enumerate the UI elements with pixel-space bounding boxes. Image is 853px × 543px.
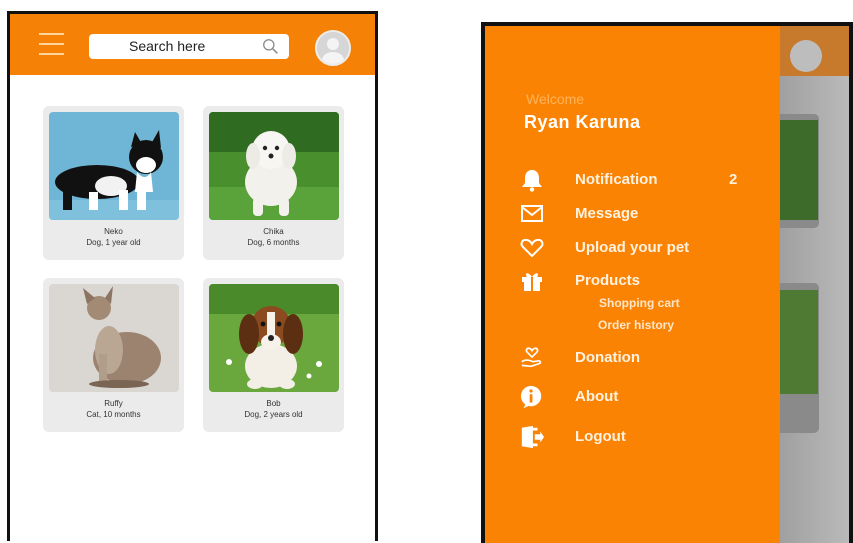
pet-card[interactable]: Ruffy Cat, 10 months: [43, 278, 184, 432]
bell-icon: [522, 170, 542, 192]
menu-label: Logout: [575, 428, 626, 445]
envelope-icon: [521, 205, 543, 222]
submenu-shopping-cart[interactable]: Shopping cart: [599, 296, 680, 310]
pet-photo-cat-black-white: [49, 112, 179, 220]
menu-label: Upload your pet: [575, 239, 690, 256]
search-placeholder: Search here: [129, 38, 206, 54]
heart-icon: [520, 238, 544, 258]
menu-item-notification[interactable]: Notification 2: [519, 168, 759, 192]
menu-item-message[interactable]: Message: [519, 202, 719, 226]
top-app-bar: Search here: [10, 14, 375, 75]
pet-card[interactable]: Bob Dog, 2 years old: [203, 278, 344, 432]
donation-hand-icon: [521, 347, 542, 368]
pet-name: Chika: [263, 227, 284, 236]
menu-label: Products: [575, 272, 641, 289]
pet-description: Dog, 2 years old: [244, 410, 303, 419]
username: Ryan Karuna: [524, 112, 641, 132]
menu-item-products[interactable]: Products: [519, 269, 719, 293]
menu-item-logout[interactable]: Logout: [519, 425, 719, 449]
pet-photo-siamese-cat: [49, 284, 179, 392]
home-screen: Search here Neko Dog, 1 year old Chika D…: [7, 11, 378, 541]
info-icon: [520, 385, 542, 409]
pet-description: Cat, 10 months: [86, 410, 141, 419]
pet-description: Dog, 1 year old: [86, 238, 141, 247]
pet-card[interactable]: Chika Dog, 6 months: [203, 106, 344, 260]
search-icon[interactable]: [262, 38, 279, 55]
avatar[interactable]: [315, 30, 351, 66]
avatar-icon: [317, 32, 349, 64]
menu-label: Message: [575, 205, 639, 222]
menu-label: About: [575, 388, 619, 405]
pet-card[interactable]: Neko Dog, 1 year old: [43, 106, 184, 260]
menu-label: Notification: [575, 171, 658, 188]
welcome-text: Welcome: [526, 91, 585, 107]
menu-label: Donation: [575, 349, 640, 366]
drawer-screen: Welcome Ryan Karuna Notification 2 Messa…: [481, 22, 853, 543]
menu-item-about[interactable]: About: [519, 385, 719, 409]
hamburger-icon[interactable]: [39, 33, 64, 55]
menu-item-upload-pet[interactable]: Upload your pet: [519, 236, 739, 260]
pet-name: Bob: [266, 399, 281, 408]
notification-count-badge: 2: [729, 171, 738, 188]
submenu-order-history[interactable]: Order history: [598, 318, 674, 332]
avatar-icon: [790, 40, 822, 72]
pet-photo-beagle-puppy: [209, 284, 339, 392]
pet-name: Ruffy: [104, 399, 123, 408]
pet-name: Neko: [104, 227, 123, 236]
navigation-drawer: Welcome Ryan Karuna Notification 2 Messa…: [485, 26, 780, 543]
pet-description: Dog, 6 months: [247, 238, 300, 247]
menu-item-donation[interactable]: Donation: [519, 346, 719, 370]
search-input[interactable]: Search here: [89, 34, 289, 59]
gift-icon: [522, 273, 542, 291]
pet-photo-white-puppy: [209, 112, 339, 220]
logout-door-icon: [521, 425, 544, 449]
